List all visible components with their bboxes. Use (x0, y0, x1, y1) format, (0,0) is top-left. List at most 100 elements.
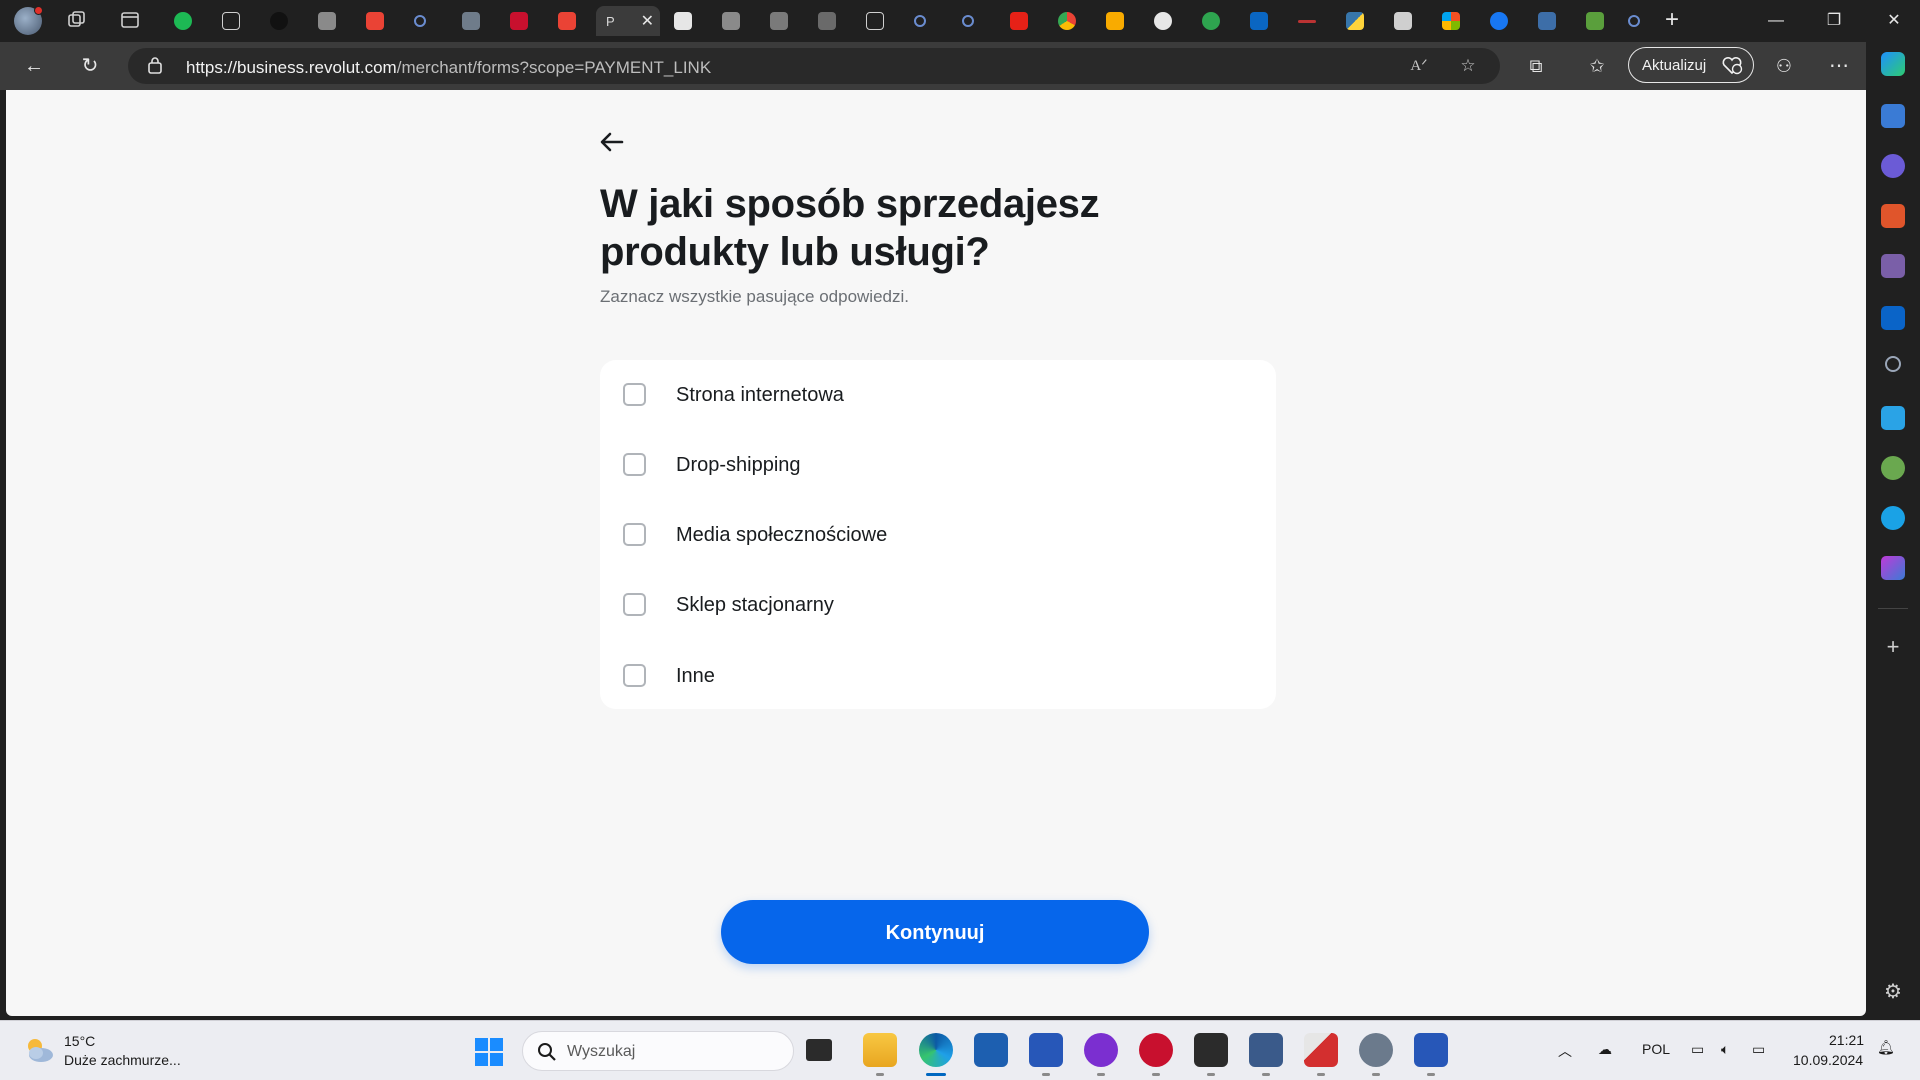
checkbox[interactable] (623, 453, 646, 476)
minimize-button[interactable]: — (1756, 8, 1796, 34)
file-explorer-icon[interactable] (863, 1033, 897, 1067)
favorite-star-icon[interactable]: ☆ (1457, 55, 1479, 77)
tab-google[interactable] (1144, 6, 1188, 36)
tab-gmail[interactable] (356, 6, 400, 36)
tab-spotify[interactable] (164, 6, 208, 36)
edge-browser-icon[interactable] (919, 1033, 953, 1067)
tab-chrome[interactable] (1048, 6, 1092, 36)
tab-search[interactable] (404, 6, 448, 36)
analytics-icon (1106, 12, 1124, 30)
option-physical-store[interactable]: Sklep stacjonarny (600, 575, 1276, 633)
refresh-icon[interactable]: ↻ (78, 54, 102, 78)
close-tab-icon[interactable]: ✕ (641, 11, 654, 31)
tab-dark-site[interactable] (260, 6, 304, 36)
back-icon[interactable]: ← (22, 54, 46, 78)
save-app-icon[interactable] (1414, 1033, 1448, 1067)
clock-time[interactable]: 21:21 (1829, 1032, 1864, 1048)
tree-icon[interactable] (1881, 456, 1905, 480)
tab-python[interactable] (1336, 6, 1380, 36)
clock-date[interactable]: 10.09.2024 (1793, 1052, 1863, 1068)
back-arrow-icon[interactable] (598, 130, 626, 154)
games-icon[interactable] (1881, 254, 1905, 278)
option-website[interactable]: Strona internetowa (600, 365, 1276, 423)
tab-dash[interactable] (1288, 6, 1332, 36)
checkbox[interactable] (623, 523, 646, 546)
terminal-icon[interactable] (1194, 1033, 1228, 1067)
collections-icon[interactable]: ⚇ (1772, 54, 1796, 78)
checkbox[interactable] (623, 664, 646, 687)
microsoft-store-icon[interactable] (974, 1033, 1008, 1067)
red-app-icon[interactable] (1139, 1033, 1173, 1067)
tab-app-2[interactable] (452, 6, 496, 36)
read-aloud-icon[interactable]: Aᐟ (1408, 55, 1430, 77)
network-icon[interactable]: ▭ (1691, 1041, 1704, 1058)
sidebar-settings-icon[interactable]: ⚙ (1881, 980, 1905, 1004)
tab-app-5[interactable] (808, 6, 852, 36)
extensions-icon[interactable]: ⧉ (1524, 54, 1548, 78)
skype-icon[interactable] (1881, 506, 1905, 530)
more-menu-icon[interactable]: ⋯ (1827, 54, 1851, 78)
checkbox[interactable] (623, 383, 646, 406)
option-other[interactable]: Inne (600, 646, 1276, 704)
tab-facebook[interactable] (1480, 6, 1524, 36)
tab-gmail-2[interactable] (548, 6, 592, 36)
copilot-icon[interactable] (1881, 52, 1905, 76)
option-social-media[interactable]: Media społecznościowe (600, 505, 1276, 563)
language-indicator[interactable]: POL (1642, 1041, 1670, 1057)
tab-d[interactable] (1528, 6, 1572, 36)
tab-revolut-active[interactable]: P ✕ (596, 6, 660, 36)
tools-icon[interactable] (1881, 204, 1905, 228)
continue-button[interactable]: Kontynuuj (721, 900, 1149, 964)
notification-bell-icon[interactable]: 🔔︎ (1877, 1039, 1895, 1056)
tab-red-site[interactable] (500, 6, 544, 36)
cloudy-weather-icon[interactable] (22, 1033, 56, 1067)
taskbar-search[interactable]: Wyszukaj (522, 1031, 794, 1071)
settings-gear-icon[interactable] (1359, 1033, 1393, 1067)
running-indicator (926, 1073, 946, 1076)
tab-linkedin[interactable] (1240, 6, 1284, 36)
tab-r[interactable] (664, 6, 708, 36)
address-bar[interactable]: https://business.revolut.com/merchant/fo… (128, 48, 1500, 84)
tor-browser-icon[interactable] (1084, 1033, 1118, 1067)
tab-youtube[interactable] (1000, 6, 1044, 36)
save-app-icon[interactable] (1029, 1033, 1063, 1067)
vertical-tabs-icon[interactable] (118, 9, 142, 33)
designer-icon[interactable] (1881, 556, 1905, 580)
checkbox[interactable] (623, 593, 646, 616)
tab-app-3[interactable] (712, 6, 756, 36)
search-icon[interactable] (1885, 356, 1901, 372)
outlook-icon[interactable] (1881, 306, 1905, 330)
tab-microsoft[interactable] (1432, 6, 1476, 36)
favorites-icon[interactable]: ✩ (1585, 54, 1609, 78)
tab-search-3[interactable] (952, 6, 996, 36)
pdf-app-icon[interactable] (1304, 1033, 1338, 1067)
tab-document-2[interactable] (856, 6, 900, 36)
restore-button[interactable]: ❐ (1814, 8, 1854, 34)
discover-icon[interactable] (1881, 154, 1905, 178)
close-window-button[interactable]: ✕ (1872, 8, 1916, 34)
tab-search-2[interactable] (904, 6, 948, 36)
youtube-icon (1010, 12, 1028, 30)
volume-icon[interactable]: 🔈︎ (1721, 1041, 1729, 1058)
tab-document[interactable] (212, 6, 256, 36)
tab-d-green[interactable] (1576, 6, 1620, 36)
update-button[interactable]: Aktualizuj (1628, 47, 1754, 83)
tab-search-4[interactable] (1624, 6, 1648, 36)
workspaces-icon[interactable] (65, 9, 89, 33)
tab-box[interactable] (1384, 6, 1428, 36)
add-sidebar-app-icon[interactable]: + (1881, 636, 1905, 660)
telegram-icon[interactable] (1881, 406, 1905, 430)
new-tab-button[interactable]: + (1665, 8, 1679, 32)
shopping-tag-icon[interactable] (1881, 104, 1905, 128)
virtualbox-icon[interactable] (1249, 1033, 1283, 1067)
task-view-icon[interactable] (806, 1039, 832, 1061)
battery-icon[interactable]: ▭ (1752, 1041, 1765, 1058)
tab-green[interactable] (1192, 6, 1236, 36)
onedrive-icon[interactable]: ☁ (1598, 1041, 1612, 1058)
tab-app[interactable] (308, 6, 352, 36)
chevron-up-icon[interactable]: ︿ (1558, 1041, 1572, 1061)
windows-start-icon[interactable] (474, 1037, 504, 1067)
tab-analytics[interactable] (1096, 6, 1140, 36)
tab-app-4[interactable] (760, 6, 804, 36)
option-drop-shipping[interactable]: Drop-shipping (600, 435, 1276, 493)
